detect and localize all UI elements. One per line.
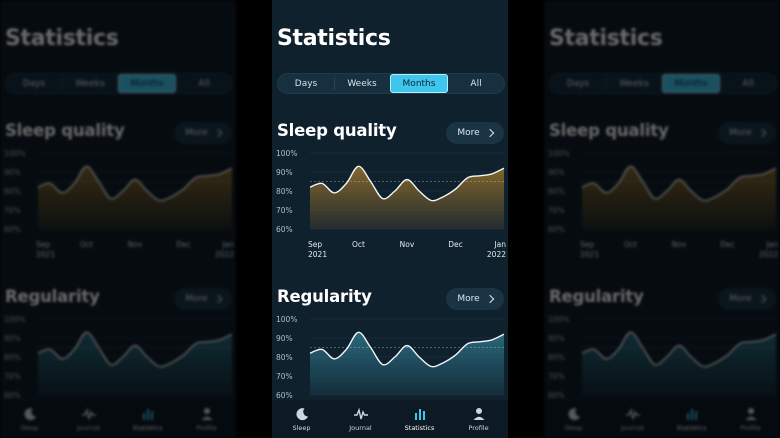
- tab-days[interactable]: Days: [278, 74, 334, 93]
- y-tick-label: 90%: [276, 334, 293, 343]
- nav-label: Profile: [468, 424, 489, 432]
- y-tick-label: 100%: [276, 315, 297, 324]
- chevron-right-icon: [485, 294, 494, 304]
- tab-months[interactable]: Months: [390, 74, 448, 93]
- chart-svg: 100% 90% 80% 70% 60%: [276, 315, 505, 400]
- regularity-more-button[interactable]: More: [446, 288, 504, 310]
- sleep-quality-title: Sleep quality: [277, 121, 397, 140]
- dim-overlay: [544, 0, 780, 438]
- y-tick-label: 80%: [276, 187, 293, 196]
- left-ghost-panel: Statistics Days Weeks Months All Sleep qualit…: [0, 0, 236, 438]
- page-title: Statistics: [277, 26, 391, 51]
- x-tick-label: Nov: [400, 240, 415, 249]
- y-tick-label: 80%: [276, 353, 293, 362]
- x-tick-label: Oct: [352, 240, 365, 249]
- chart-svg: 100% 90% 80% 70% 60% Sep2021 Oct Nov Dec Jan2022: [276, 149, 506, 259]
- more-label: More: [457, 128, 480, 138]
- range-tabs: Days Weeks Months All: [277, 73, 505, 94]
- x-tick-label: Sep: [308, 240, 322, 249]
- nav-sleep[interactable]: Sleep: [272, 400, 331, 438]
- y-tick-label: 60%: [276, 225, 293, 234]
- more-label: More: [457, 294, 480, 304]
- nav-label: Statistics: [404, 424, 435, 432]
- nav-label: Sleep: [292, 424, 311, 432]
- y-tick-label: 90%: [276, 168, 293, 177]
- x-tick-year-label: 2021: [308, 250, 327, 259]
- bottom-tab-bar: Sleep Journal Statistics Profile: [272, 400, 508, 438]
- y-tick-label: 60%: [276, 391, 293, 400]
- nav-label: Journal: [349, 424, 372, 432]
- phone-screen: Statistics Days Weeks Months All Sleep qualit…: [272, 0, 508, 438]
- person-icon: [471, 406, 487, 422]
- x-tick-label: Jan: [493, 240, 506, 249]
- x-tick-year-label: 2022: [487, 250, 506, 259]
- nav-statistics[interactable]: Statistics: [390, 400, 449, 438]
- sleep-quality-chart: 100% 90% 80% 70% 60% Sep 2021 Oct Nov Dec Jan 2022: [274, 147, 506, 265]
- right-ghost-panel: Statistics Days Weeks Months All Sleep qualit…: [544, 0, 780, 438]
- y-tick-label: 70%: [276, 372, 293, 381]
- tab-weeks[interactable]: Weeks: [334, 74, 390, 93]
- nav-profile[interactable]: Profile: [449, 400, 508, 438]
- y-tick-label: 100%: [276, 149, 297, 158]
- moon-icon: [294, 406, 310, 422]
- sleep-quality-more-button[interactable]: More: [446, 122, 504, 144]
- dim-overlay: [0, 0, 236, 438]
- tab-all[interactable]: All: [448, 74, 504, 93]
- bar-chart-icon: [412, 406, 428, 422]
- y-tick-label: 70%: [276, 206, 293, 215]
- regularity-chart: 100% 90% 80% 70% 60%: [274, 313, 506, 405]
- regularity-title: Regularity: [277, 287, 372, 306]
- x-tick-label: Dec: [448, 240, 463, 249]
- nav-journal[interactable]: Journal: [331, 400, 390, 438]
- chevron-right-icon: [485, 128, 494, 138]
- pulse-icon: [353, 406, 369, 422]
